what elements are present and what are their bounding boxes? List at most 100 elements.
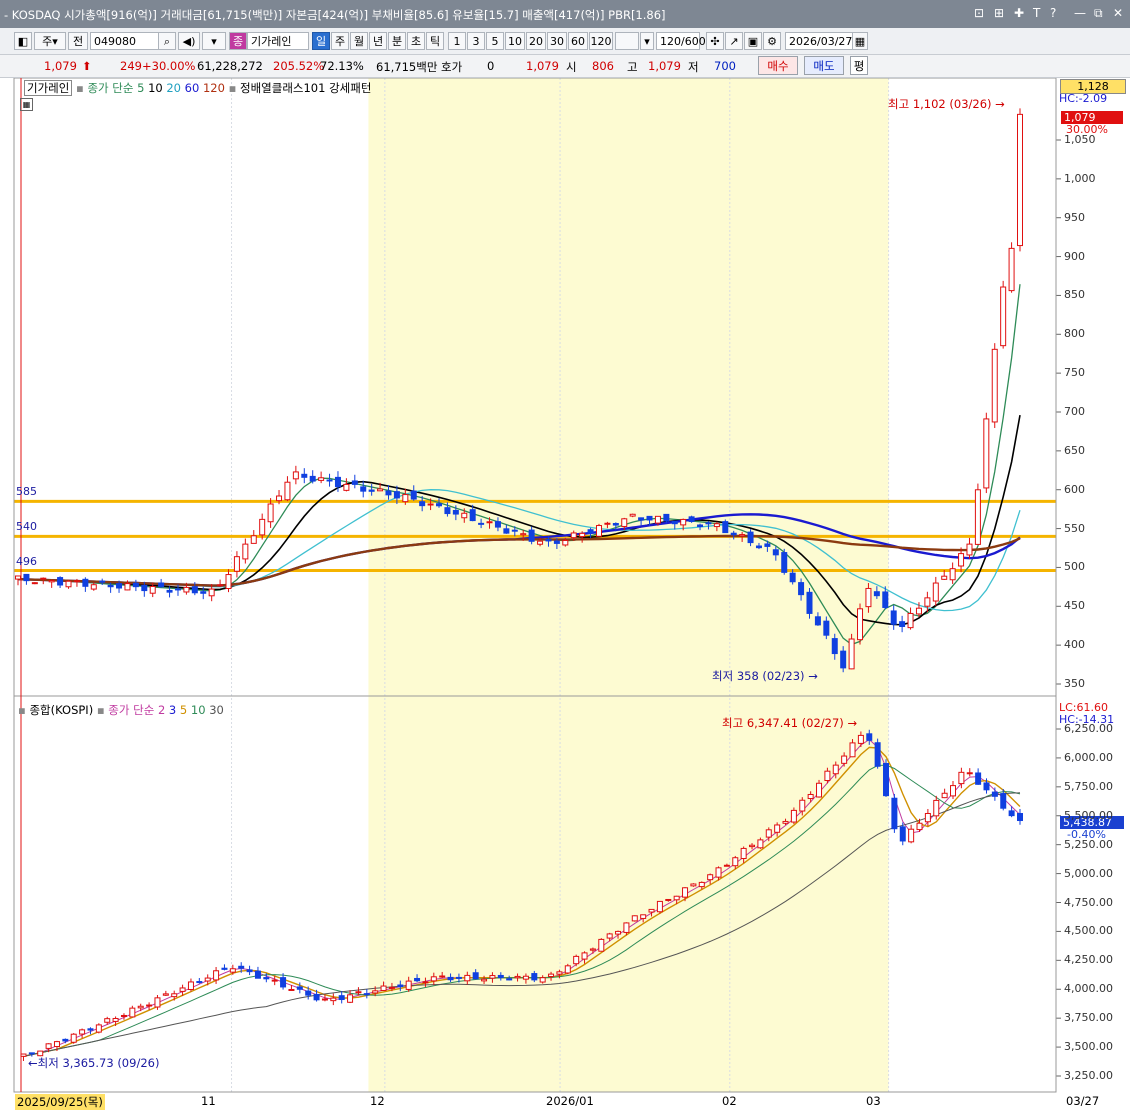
code-input[interactable]: 049080 [90, 32, 160, 50]
stock-candle [267, 503, 274, 523]
index-candle [414, 977, 421, 982]
interval-30[interactable]: 30 [547, 32, 567, 50]
period-month[interactable]: 월 [350, 32, 368, 50]
help-icon[interactable]: ? [1050, 6, 1056, 20]
index-candle [958, 771, 965, 785]
x-end-label: 03/27 [1066, 1094, 1100, 1108]
chevron-down-icon[interactable]: ▾ [640, 32, 654, 50]
interval-3[interactable]: 3 [467, 32, 485, 50]
index-candle [87, 1028, 94, 1031]
index-candle [941, 792, 948, 799]
stock-candle [183, 586, 190, 593]
index-candle [388, 986, 395, 989]
stock-candle [208, 588, 215, 597]
grid-icon[interactable]: ▦ [20, 98, 33, 111]
draw-icon[interactable]: ↗ [725, 32, 743, 50]
index-candle [790, 809, 797, 823]
stock-candle [823, 620, 830, 636]
index-candle [950, 785, 957, 797]
calendar-icon[interactable]: ▦ [852, 32, 868, 50]
save-icon[interactable]: ▣ [744, 32, 762, 50]
lower-high-annotation: 최고 6,347.41 (02/27) → [722, 716, 858, 730]
stock-candle [562, 539, 569, 546]
index-candle [246, 969, 253, 973]
stock-candle [520, 533, 527, 536]
avg-button[interactable]: 평 [850, 56, 868, 75]
sell-button[interactable]: 매도 [804, 56, 844, 75]
period-day[interactable]: 일 [312, 32, 330, 50]
dropdown-icon[interactable]: ▾ [202, 32, 226, 50]
text-icon[interactable]: T [1033, 6, 1040, 20]
index-candle [321, 998, 328, 1001]
count-input[interactable]: 120/600 [656, 32, 706, 50]
stock-candle [23, 573, 30, 582]
index-candle [271, 979, 278, 982]
index-candle [154, 997, 161, 1008]
maximize-icon[interactable]: ⧉ [1094, 6, 1103, 21]
x-label-mar: 03 [866, 1094, 881, 1108]
index-candle [372, 990, 379, 994]
chart-area[interactable] [0, 78, 1130, 1115]
stock-name-field[interactable]: 기가레인 [247, 32, 309, 50]
interval-60[interactable]: 60 [568, 32, 588, 50]
low-label: 저 [688, 60, 699, 74]
interval-10[interactable]: 10 [505, 32, 525, 50]
minimize-icon[interactable]: — [1074, 6, 1086, 20]
tile-icon[interactable]: ⊞ [994, 6, 1004, 20]
lower-y-tick: 4,500.00 [1064, 924, 1113, 938]
date-input[interactable]: 2026/03/27 [785, 32, 853, 50]
interval-20[interactable]: 20 [526, 32, 546, 50]
period-year[interactable]: 년 [369, 32, 387, 50]
index-candle [673, 895, 680, 901]
interval-1[interactable]: 1 [448, 32, 466, 50]
index-candle [548, 973, 555, 977]
index-candle [816, 782, 823, 798]
stock-candle [166, 589, 173, 593]
x-label-nov: 11 [201, 1094, 216, 1108]
sound-icon[interactable]: ◀) [178, 32, 200, 50]
index-candle [975, 772, 982, 785]
index-candle [933, 799, 940, 817]
upper-y-tick: 800 [1064, 327, 1085, 341]
lower-ma3-label: 3 [168, 703, 177, 717]
lower-y-tick: 4,250.00 [1064, 953, 1113, 967]
stock-candle [73, 580, 80, 583]
type-select[interactable]: 주▾ [34, 32, 66, 50]
upper-y-tick: 1,000 [1064, 171, 1096, 185]
stock-candle [840, 650, 847, 669]
interval-custom[interactable] [615, 32, 639, 50]
period-second[interactable]: 초 [407, 32, 425, 50]
pin-icon[interactable]: ✚ [1014, 6, 1024, 20]
period-tick[interactable]: 틱 [426, 32, 444, 50]
upper-y-tick: 1,050 [1064, 133, 1096, 146]
buy-button[interactable]: 매수 [758, 56, 798, 75]
index-candle [765, 829, 772, 838]
index-candle [824, 770, 831, 781]
gear-icon[interactable]: ⚙ [763, 32, 781, 50]
interval-120[interactable]: 120 [589, 32, 613, 50]
close-icon[interactable]: ✕ [1113, 6, 1123, 20]
index-candle [916, 822, 923, 831]
index-candle [112, 1017, 119, 1022]
index-candle [313, 993, 320, 1001]
stock-name-label: 기가레인 [24, 80, 73, 96]
stock-candle [402, 494, 409, 503]
ma5-label: 5 [137, 81, 145, 95]
grid-icon[interactable]: ✣ [706, 32, 724, 50]
layout-icon[interactable]: ◧ [14, 32, 32, 50]
turnover: 72.13% [320, 59, 364, 73]
prefix-button[interactable]: 전 [68, 32, 88, 50]
index-candle [380, 985, 387, 991]
index-candle [849, 742, 856, 758]
restore-icon[interactable]: ⊡ [974, 6, 984, 20]
period-week[interactable]: 주 [331, 32, 349, 50]
period-minute[interactable]: 분 [388, 32, 406, 50]
index-candle [539, 977, 546, 983]
lower-ma30-label: 30 [209, 703, 224, 717]
index-candle [665, 898, 672, 901]
index-candle [581, 952, 588, 960]
key-level-label: 540 [16, 520, 37, 534]
interval-5[interactable]: 5 [486, 32, 504, 50]
stock-candle [899, 621, 906, 627]
search-icon[interactable]: ⌕ [158, 32, 176, 50]
